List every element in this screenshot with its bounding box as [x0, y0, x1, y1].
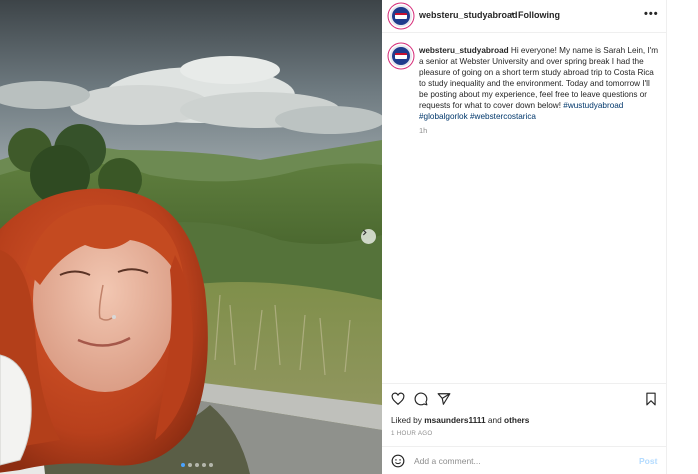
- carousel-dot: [188, 463, 192, 467]
- share-icon[interactable]: [437, 392, 451, 406]
- carousel-indicator: [181, 463, 213, 467]
- post-photo[interactable]: [0, 0, 382, 474]
- panel-divider: [666, 0, 667, 474]
- author-avatar[interactable]: [390, 5, 412, 27]
- carousel-next-button[interactable]: [361, 229, 376, 244]
- hashtag-link[interactable]: #globalgorlok: [419, 112, 468, 121]
- liked-user-link[interactable]: msaunders1111: [424, 415, 485, 425]
- liked-others-link[interactable]: others: [504, 415, 529, 425]
- caption-username[interactable]: websteru_studyabroad: [419, 46, 509, 55]
- comment-input[interactable]: [414, 454, 624, 468]
- post-header: websteru_studyabroad • Following •••: [382, 0, 666, 33]
- more-options-icon[interactable]: •••: [644, 8, 659, 20]
- caption-avatar[interactable]: [390, 45, 412, 67]
- author-username[interactable]: websteru_studyabroad: [419, 10, 518, 20]
- carousel-dot: [181, 463, 185, 467]
- post-timestamp[interactable]: 1 HOUR AGO: [391, 430, 433, 437]
- post-side-panel: websteru_studyabroad • Following ••• web…: [382, 0, 666, 474]
- comment-icon[interactable]: [414, 392, 428, 406]
- carousel-dot: [195, 463, 199, 467]
- heart-icon[interactable]: [391, 392, 405, 406]
- bookmark-icon[interactable]: [644, 392, 658, 406]
- chevron-right-icon: [362, 229, 367, 236]
- liked-prefix: Liked by: [391, 415, 422, 425]
- emoji-icon[interactable]: [391, 454, 405, 468]
- likes-summary: Liked by msaunders1111 and others: [391, 415, 529, 425]
- caption-text: websteru_studyabroad Hi everyone! My nam…: [419, 45, 659, 122]
- hashtag-link[interactable]: #webstercostarica: [470, 112, 536, 121]
- comment-bar: Post: [382, 446, 666, 474]
- caption-age: 1h: [419, 126, 428, 135]
- carousel-dot: [209, 463, 213, 467]
- header-separator: •: [511, 9, 515, 19]
- photo-scene: [0, 0, 382, 474]
- action-bar: [382, 383, 666, 411]
- liked-and: and: [487, 415, 502, 425]
- carousel-dot: [202, 463, 206, 467]
- hashtag-link[interactable]: #wustudyabroad: [563, 101, 623, 110]
- following-button[interactable]: Following: [518, 10, 560, 20]
- post-comment-button[interactable]: Post: [639, 456, 657, 466]
